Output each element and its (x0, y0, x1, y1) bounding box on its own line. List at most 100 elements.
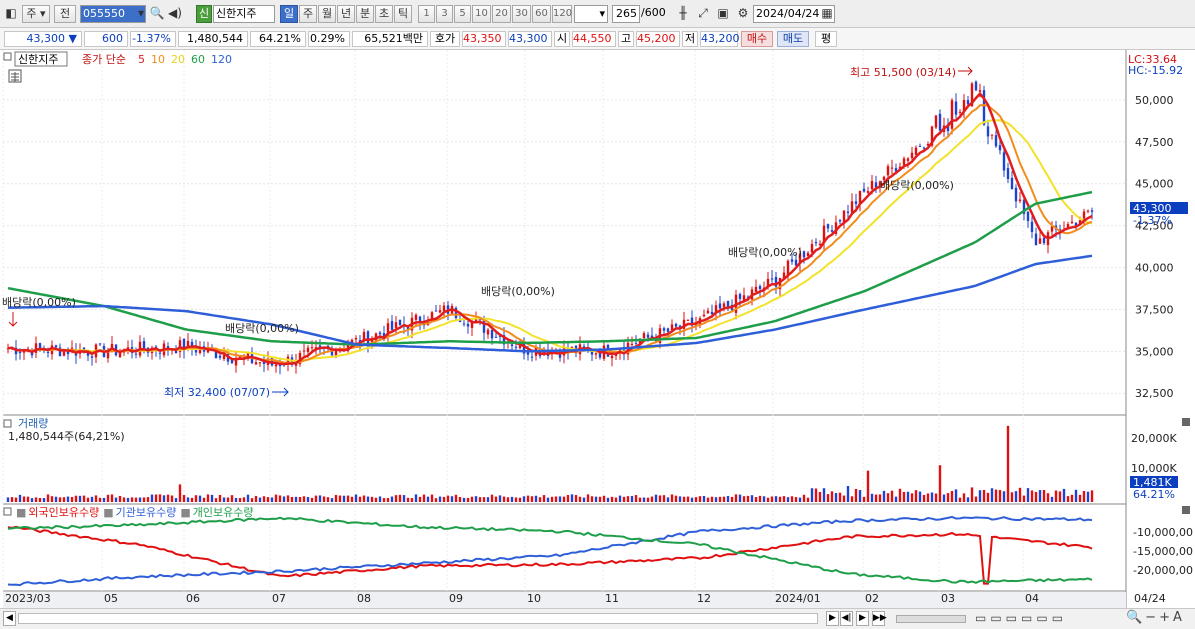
sell-button[interactable]: 매도 (777, 31, 809, 47)
bottom-scrollbar[interactable]: ◀ ▶ ◀| ▶ ▶▶ ▭▭▭▭▭▭ 🔍−+A (0, 608, 1195, 629)
volume-bar (790, 496, 794, 502)
volume-bar (998, 490, 1002, 502)
interval-5[interactable]: 5 (454, 5, 471, 23)
volume-bar (386, 498, 390, 502)
volume-bar (630, 496, 634, 502)
scroll-right-icon[interactable]: ▶ (826, 611, 839, 626)
play-icon[interactable]: ▶ (856, 611, 869, 626)
candle-type-icon[interactable]: ╫ (674, 5, 692, 23)
volume-bar (206, 494, 210, 502)
candle (134, 353, 138, 355)
interval-60[interactable]: 60 (532, 5, 551, 23)
chart-menu-icon[interactable]: ◧ (2, 5, 20, 23)
volume-bar (194, 495, 198, 502)
volume-bar (978, 490, 982, 502)
volume-bar (382, 498, 386, 502)
volume-bar (134, 497, 138, 502)
candle (1042, 237, 1046, 244)
x-axis-label: 2024/01 (775, 592, 821, 605)
period-second[interactable]: 초 (375, 5, 393, 23)
volume-bar (10, 497, 14, 502)
calendar-icon[interactable]: ▦ (818, 5, 836, 23)
period-month[interactable]: 월 (318, 5, 336, 23)
interval-120[interactable]: 120 (552, 5, 572, 23)
candle (1006, 168, 1010, 179)
dropdown-icon[interactable]: ▾ (599, 6, 607, 22)
volume-bar (1074, 489, 1078, 502)
volume-bar (230, 495, 234, 502)
candle (722, 303, 726, 308)
volume-bar (710, 496, 714, 502)
x-axis-label: 09 (449, 592, 463, 605)
fast-forward-icon[interactable]: ▶▶ (872, 611, 887, 626)
volume-bar (1014, 491, 1018, 502)
prev-button[interactable]: 전 (54, 5, 76, 23)
volume-bar (802, 494, 806, 502)
interval-3[interactable]: 3 (436, 5, 453, 23)
volume-bar (458, 496, 462, 502)
volume-bar (706, 497, 710, 502)
candle (770, 278, 774, 280)
period-day[interactable]: 일 (280, 5, 298, 23)
volume-bar (1002, 491, 1006, 502)
scroll-track[interactable] (18, 613, 818, 624)
volume-panel-close-icon[interactable] (1182, 418, 1190, 426)
volume-bar (766, 497, 770, 502)
candle (1050, 226, 1054, 232)
average-button[interactable]: 평 (815, 31, 837, 47)
holding-legend-item: 개인보유수량 (193, 506, 254, 519)
candle (918, 145, 922, 147)
interval-20[interactable]: 20 (492, 5, 511, 23)
settings-icon[interactable]: ⚙ (734, 5, 752, 23)
volume-bar (482, 497, 486, 502)
volume-bar (874, 494, 878, 502)
interval-1[interactable]: 1 (418, 5, 435, 23)
market-select[interactable]: 주 ▾ (22, 5, 50, 23)
stock-chart[interactable]: 신한지주 종가 단순 5 10 20 60 120 최고 51,500 (03/14) … (0, 50, 1195, 610)
candle (862, 188, 866, 192)
volume-bar (590, 496, 594, 502)
period-tick[interactable]: 틱 (394, 5, 412, 23)
volume-bar (354, 494, 358, 502)
candle (806, 252, 810, 257)
candle (666, 328, 670, 332)
volume-bar (726, 495, 730, 502)
scroll-end-icon[interactable]: ◀| (840, 611, 853, 626)
draw-tool-icon[interactable]: ⤢ (694, 5, 712, 23)
candle (934, 115, 938, 128)
interval-10[interactable]: 10 (472, 5, 491, 23)
volume-bar (662, 495, 666, 502)
buy-button[interactable]: 매수 (741, 31, 773, 47)
candle (830, 230, 834, 232)
sound-icon[interactable]: ◀) (166, 5, 184, 23)
volume-bar (1062, 488, 1066, 502)
candle (966, 100, 970, 105)
zoom-tools[interactable]: 🔍−+A (1126, 610, 1185, 625)
view-tools[interactable]: ▭▭▭▭▭▭ (975, 611, 1067, 625)
trade-amount: 65,521백만 (352, 31, 428, 47)
volume-bar (222, 497, 226, 502)
candle (274, 364, 278, 367)
zoom-slider[interactable] (896, 615, 966, 623)
volume-bar (334, 494, 338, 502)
save-icon[interactable]: ▣ (714, 5, 732, 23)
candle (610, 355, 614, 359)
volume-bar (1006, 425, 1010, 502)
candle (1034, 233, 1038, 246)
period-week[interactable]: 주 (299, 5, 317, 23)
volume-bar (834, 493, 838, 502)
volume-bar (826, 494, 830, 502)
scroll-left-icon[interactable]: ◀ (3, 611, 16, 626)
volume-bar (110, 494, 114, 502)
interval-30[interactable]: 30 (512, 5, 531, 23)
search-icon[interactable]: 🔍 (148, 5, 166, 23)
count-input[interactable]: 265 (612, 5, 640, 23)
price-change: 600 (84, 31, 128, 47)
volume-bar (594, 496, 598, 502)
period-minute[interactable]: 분 (356, 5, 374, 23)
custom-interval-input[interactable]: ▾ (574, 5, 608, 23)
candle (986, 126, 990, 137)
volume-bar (394, 495, 398, 502)
period-year[interactable]: 년 (337, 5, 355, 23)
holding-panel-close-icon[interactable] (1182, 506, 1190, 514)
